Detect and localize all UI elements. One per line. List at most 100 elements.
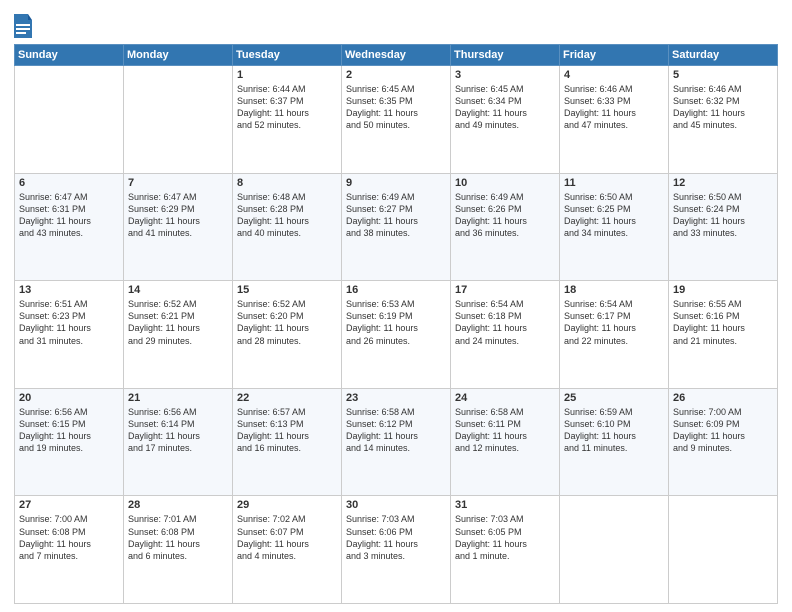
- cell-text: Sunrise: 6:50 AM Sunset: 6:24 PM Dayligh…: [673, 191, 773, 240]
- cell-text: Sunrise: 6:47 AM Sunset: 6:29 PM Dayligh…: [128, 191, 228, 240]
- calendar-cell: 24Sunrise: 6:58 AM Sunset: 6:11 PM Dayli…: [451, 388, 560, 496]
- calendar-cell: 13 Sunrise: 6:51 AM Sunset: 6:23 PM Dayli…: [15, 281, 124, 389]
- cell-text: Sunrise: 6:52 AM Sunset: 6:20 PM Dayligh…: [237, 298, 337, 347]
- weekday-header-friday: Friday: [560, 45, 669, 66]
- day-number: 22: [237, 392, 337, 404]
- calendar-cell: 17 Sunrise: 6:54 AM Sunset: 6:18 PM Dayli…: [451, 281, 560, 389]
- day-number: 2: [346, 69, 446, 81]
- weekday-header-wednesday: Wednesday: [342, 45, 451, 66]
- calendar-cell: 12 Sunrise: 6:50 AM Sunset: 6:24 PM Dayli…: [669, 173, 778, 281]
- calendar-row-2: 13 Sunrise: 6:51 AM Sunset: 6:23 PM Dayli…: [15, 281, 778, 389]
- day-number: 11: [564, 177, 664, 189]
- cell-text: Sunrise: 6:54 AM Sunset: 6:18 PM Dayligh…: [455, 298, 555, 347]
- calendar-row-4: 27 Sunrise: 7:00 AM Sunset: 6:08 PM Dayli…: [15, 496, 778, 604]
- day-number: 19: [673, 284, 773, 296]
- calendar-cell: [669, 496, 778, 604]
- day-number: 30: [346, 499, 446, 511]
- calendar-cell: 9 Sunrise: 6:49 AM Sunset: 6:27 PM Daylig…: [342, 173, 451, 281]
- calendar-row-1: 6 Sunrise: 6:47 AM Sunset: 6:31 PM Daylig…: [15, 173, 778, 281]
- calendar-cell: 30 Sunrise: 7:03 AM Sunset: 6:06 PM Dayli…: [342, 496, 451, 604]
- weekday-header-monday: Monday: [124, 45, 233, 66]
- cell-text: Sunrise: 7:03 AM Sunset: 6:06 PM Dayligh…: [346, 513, 446, 562]
- calendar-cell: 23 Sunrise: 6:58 AM Sunset: 6:12 PM Dayli…: [342, 388, 451, 496]
- day-number: 5: [673, 69, 773, 81]
- calendar-cell: 6 Sunrise: 6:47 AM Sunset: 6:31 PM Daylig…: [15, 173, 124, 281]
- day-number: 31: [455, 499, 555, 511]
- cell-text: Sunrise: 6:45 AM Sunset: 6:35 PM Dayligh…: [346, 83, 446, 132]
- weekday-header-saturday: Saturday: [669, 45, 778, 66]
- cell-text: Sunrise: 6:45 AM Sunset: 6:34 PM Dayligh…: [455, 83, 555, 132]
- calendar-cell: [15, 66, 124, 174]
- cell-text: Sunrise: 6:54 AM Sunset: 6:17 PM Dayligh…: [564, 298, 664, 347]
- cell-text: Sunrise: 6:49 AM Sunset: 6:27 PM Dayligh…: [346, 191, 446, 240]
- cell-text: Sunrise: 6:57 AM Sunset: 6:13 PM Dayligh…: [237, 406, 337, 455]
- calendar-cell: 29 Sunrise: 7:02 AM Sunset: 6:07 PM Dayli…: [233, 496, 342, 604]
- day-number: 6: [19, 177, 119, 189]
- day-number: 13: [19, 284, 119, 296]
- weekday-header-tuesday: Tuesday: [233, 45, 342, 66]
- day-number: 23: [346, 392, 446, 404]
- cell-text: Sunrise: 6:50 AM Sunset: 6:25 PM Dayligh…: [564, 191, 664, 240]
- weekday-header-thursday: Thursday: [451, 45, 560, 66]
- cell-text: Sunrise: 6:56 AM Sunset: 6:15 PM Dayligh…: [19, 406, 119, 455]
- calendar-cell: 3 Sunrise: 6:45 AM Sunset: 6:34 PM Daylig…: [451, 66, 560, 174]
- weekday-header-sunday: Sunday: [15, 45, 124, 66]
- day-number: 29: [237, 499, 337, 511]
- day-number: 7: [128, 177, 228, 189]
- cell-text: Sunrise: 6:49 AM Sunset: 6:26 PM Dayligh…: [455, 191, 555, 240]
- calendar-cell: 4 Sunrise: 6:46 AM Sunset: 6:33 PM Daylig…: [560, 66, 669, 174]
- day-number: 27: [19, 499, 119, 511]
- cell-text: Sunrise: 7:00 AM Sunset: 6:08 PM Dayligh…: [19, 513, 119, 562]
- weekday-header-row: SundayMondayTuesdayWednesdayThursdayFrid…: [15, 45, 778, 66]
- calendar-cell: 1Sunrise: 6:44 AM Sunset: 6:37 PM Daylig…: [233, 66, 342, 174]
- day-number: 15: [237, 284, 337, 296]
- day-number: 14: [128, 284, 228, 296]
- calendar-cell: 10 Sunrise: 6:49 AM Sunset: 6:26 PM Dayli…: [451, 173, 560, 281]
- day-number: 12: [673, 177, 773, 189]
- cell-text: Sunrise: 6:58 AM Sunset: 6:12 PM Dayligh…: [346, 406, 446, 455]
- calendar-cell: 28 Sunrise: 7:01 AM Sunset: 6:08 PM Dayli…: [124, 496, 233, 604]
- cell-text: Sunrise: 6:46 AM Sunset: 6:33 PM Dayligh…: [564, 83, 664, 132]
- calendar-cell: 27 Sunrise: 7:00 AM Sunset: 6:08 PM Dayli…: [15, 496, 124, 604]
- calendar-table: SundayMondayTuesdayWednesdayThursdayFrid…: [14, 44, 778, 604]
- cell-text: Sunrise: 6:46 AM Sunset: 6:32 PM Dayligh…: [673, 83, 773, 132]
- calendar-cell: 2 Sunrise: 6:45 AM Sunset: 6:35 PM Daylig…: [342, 66, 451, 174]
- page: SundayMondayTuesdayWednesdayThursdayFrid…: [0, 0, 792, 612]
- day-number: 3: [455, 69, 555, 81]
- cell-text: Sunrise: 6:59 AM Sunset: 6:10 PM Dayligh…: [564, 406, 664, 455]
- cell-text: Sunrise: 7:02 AM Sunset: 6:07 PM Dayligh…: [237, 513, 337, 562]
- day-number: 10: [455, 177, 555, 189]
- cell-text: Sunrise: 6:55 AM Sunset: 6:16 PM Dayligh…: [673, 298, 773, 347]
- day-number: 9: [346, 177, 446, 189]
- calendar-cell: 22 Sunrise: 6:57 AM Sunset: 6:13 PM Dayli…: [233, 388, 342, 496]
- day-number: 8: [237, 177, 337, 189]
- calendar-cell: 14 Sunrise: 6:52 AM Sunset: 6:21 PM Dayli…: [124, 281, 233, 389]
- cell-text: Sunrise: 6:53 AM Sunset: 6:19 PM Dayligh…: [346, 298, 446, 347]
- day-number: 28: [128, 499, 228, 511]
- day-number: 1: [237, 69, 337, 81]
- header: [14, 10, 778, 38]
- calendar-cell: 7 Sunrise: 6:47 AM Sunset: 6:29 PM Daylig…: [124, 173, 233, 281]
- day-number: 26: [673, 392, 773, 404]
- calendar-row-0: 1Sunrise: 6:44 AM Sunset: 6:37 PM Daylig…: [15, 66, 778, 174]
- cell-text: Sunrise: 7:01 AM Sunset: 6:08 PM Dayligh…: [128, 513, 228, 562]
- day-number: 25: [564, 392, 664, 404]
- day-number: 17: [455, 284, 555, 296]
- cell-text: Sunrise: 7:03 AM Sunset: 6:05 PM Dayligh…: [455, 513, 555, 562]
- day-number: 16: [346, 284, 446, 296]
- day-number: 20: [19, 392, 119, 404]
- calendar-cell: 15 Sunrise: 6:52 AM Sunset: 6:20 PM Dayli…: [233, 281, 342, 389]
- calendar-row-3: 20 Sunrise: 6:56 AM Sunset: 6:15 PM Dayli…: [15, 388, 778, 496]
- cell-text: Sunrise: 6:47 AM Sunset: 6:31 PM Dayligh…: [19, 191, 119, 240]
- day-number: 4: [564, 69, 664, 81]
- logo: [14, 10, 36, 38]
- calendar-cell: 11 Sunrise: 6:50 AM Sunset: 6:25 PM Dayli…: [560, 173, 669, 281]
- day-number: 24: [455, 392, 555, 404]
- cell-text: Sunrise: 6:52 AM Sunset: 6:21 PM Dayligh…: [128, 298, 228, 347]
- calendar-cell: 18 Sunrise: 6:54 AM Sunset: 6:17 PM Dayli…: [560, 281, 669, 389]
- calendar-cell: 16 Sunrise: 6:53 AM Sunset: 6:19 PM Dayli…: [342, 281, 451, 389]
- calendar-cell: 21Sunrise: 6:56 AM Sunset: 6:14 PM Dayli…: [124, 388, 233, 496]
- cell-text: Sunrise: 6:51 AM Sunset: 6:23 PM Dayligh…: [19, 298, 119, 347]
- calendar-cell: [560, 496, 669, 604]
- day-number: 18: [564, 284, 664, 296]
